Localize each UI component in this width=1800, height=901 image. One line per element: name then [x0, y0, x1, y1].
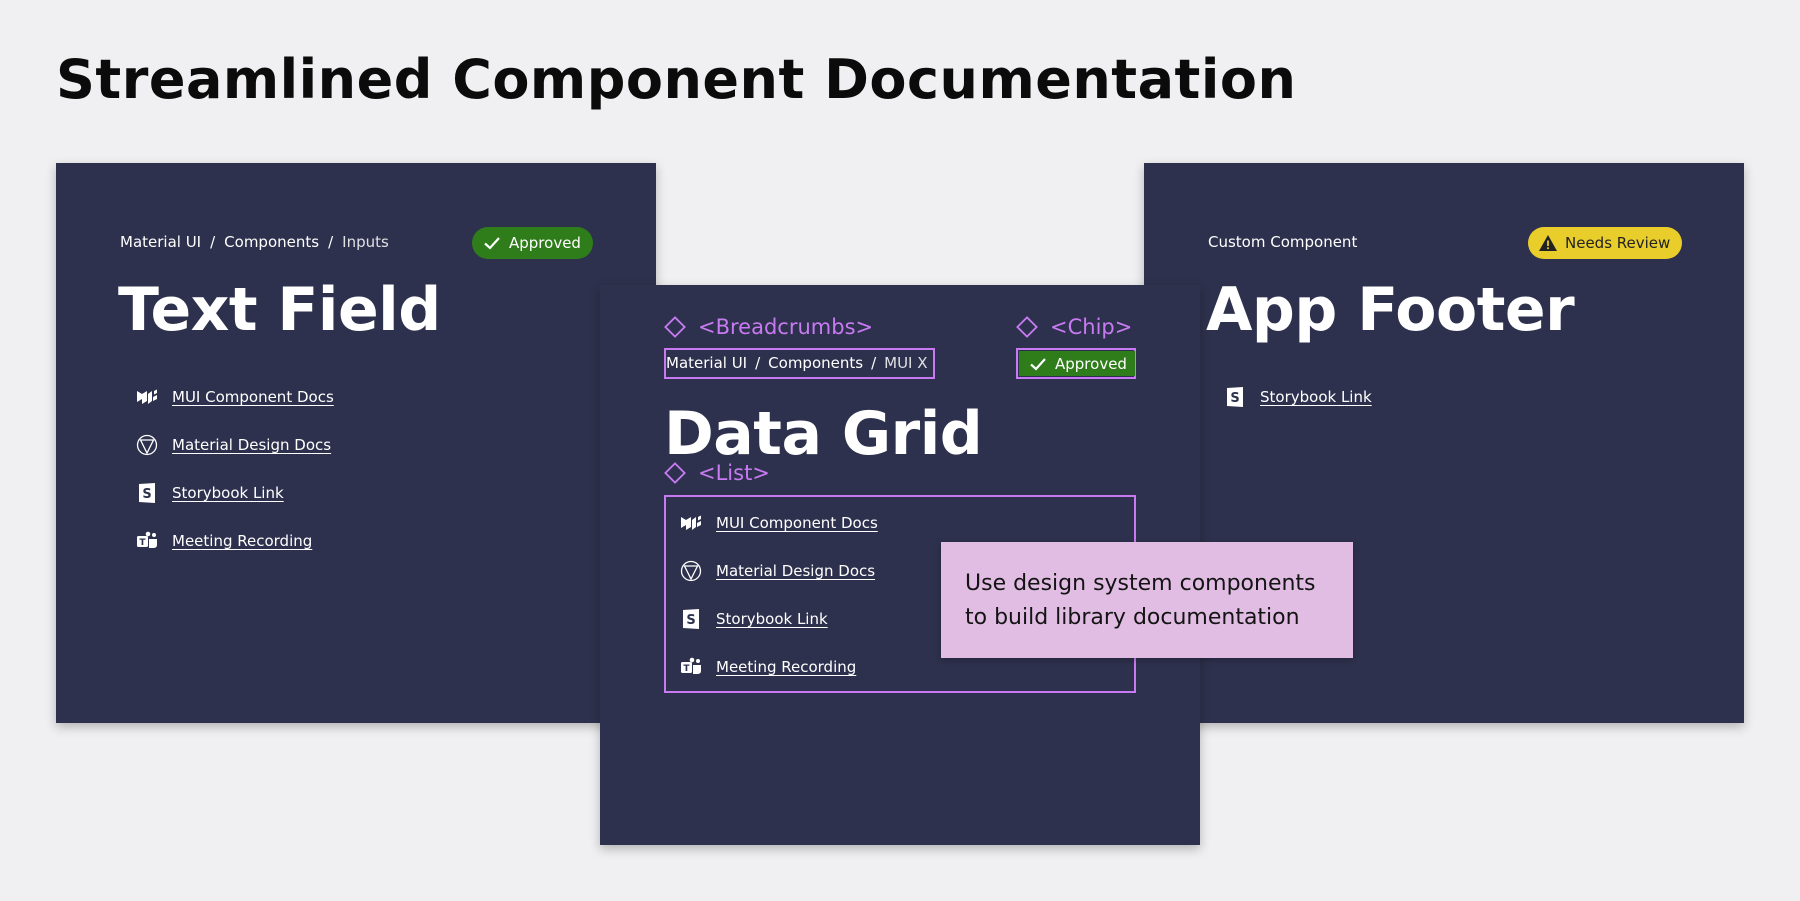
breadcrumb-separator: / [755, 354, 761, 372]
component-title: Data Grid [664, 399, 983, 469]
storybook-link[interactable]: Storybook Link [1260, 388, 1372, 406]
annotation-label: <Breadcrumbs> [698, 315, 874, 339]
breadcrumb-current: Custom Component [1208, 233, 1358, 251]
svg-text:S: S [686, 613, 695, 628]
breadcrumb-current: Inputs [342, 233, 389, 251]
breadcrumb-item[interactable]: Components [224, 233, 319, 251]
breadcrumb: Custom Component [1208, 233, 1357, 251]
page-title: Streamlined Component Documentation [56, 48, 1297, 111]
component-title: App Footer [1206, 275, 1575, 345]
component-diamond-icon [664, 462, 686, 484]
doc-links-list: MUI Component Docs Material Design Docs … [136, 373, 334, 565]
storybook-icon: S [1224, 386, 1246, 408]
list-item: MUI Component Docs [136, 373, 334, 421]
sticky-note: Use design system components to build li… [941, 542, 1353, 658]
warning-icon [1537, 232, 1559, 254]
chip-label: Approved [509, 234, 581, 252]
material-design-docs-link[interactable]: Material Design Docs [716, 562, 875, 580]
doc-links-list: MUI Component Docs Material Design Docs … [680, 499, 878, 691]
material-design-icon [136, 434, 158, 456]
needs-review-chip: Needs Review [1528, 227, 1683, 259]
list-item: T Meeting Recording [680, 643, 878, 691]
svg-text:S: S [142, 487, 151, 502]
component-diamond-icon [1016, 316, 1038, 338]
material-design-icon [680, 560, 702, 582]
doc-links-list: S Storybook Link [1224, 373, 1372, 421]
breadcrumb-separator: / [210, 233, 216, 251]
approved-chip: Approved [472, 227, 593, 259]
teams-icon: T [680, 656, 702, 678]
check-icon [1027, 353, 1049, 375]
list-item: T Meeting Recording [136, 517, 334, 565]
check-icon [481, 232, 503, 254]
svg-text:T: T [683, 664, 690, 674]
list-item: S Storybook Link [1224, 373, 1372, 421]
meeting-recording-link[interactable]: Meeting Recording [172, 532, 312, 550]
list-item: S Storybook Link [136, 469, 334, 517]
list-item: Material Design Docs [680, 547, 878, 595]
meeting-recording-link[interactable]: Meeting Recording [716, 658, 856, 676]
mui-component-docs-link[interactable]: MUI Component Docs [172, 388, 334, 406]
storybook-icon: S [680, 608, 702, 630]
breadcrumb-current: MUI X [884, 354, 928, 372]
note-text: Use design system components to build li… [965, 571, 1316, 630]
component-diamond-icon [664, 316, 686, 338]
mui-icon [136, 386, 158, 408]
breadcrumb-item[interactable]: Material UI [666, 354, 747, 372]
breadcrumb-item[interactable]: Components [768, 354, 863, 372]
text-field-card: Material UI / Components / Inputs Approv… [56, 163, 656, 723]
mui-component-docs-link[interactable]: MUI Component Docs [716, 514, 878, 532]
material-design-docs-link[interactable]: Material Design Docs [172, 436, 331, 454]
svg-text:S: S [1230, 391, 1239, 406]
teams-icon: T [136, 530, 158, 552]
storybook-link[interactable]: Storybook Link [172, 484, 284, 502]
breadcrumb-separator: / [871, 354, 877, 372]
mui-icon [680, 512, 702, 534]
storybook-link[interactable]: Storybook Link [716, 610, 828, 628]
breadcrumb: Material UI / Components / Inputs [120, 233, 389, 251]
component-title: Text Field [118, 275, 441, 345]
annotation-label: <Chip> [1050, 315, 1133, 339]
breadcrumb-separator: / [328, 233, 334, 251]
chip-annotation: <Chip> [1016, 315, 1132, 339]
chip-label: Approved [1055, 354, 1127, 373]
list-item: MUI Component Docs [680, 499, 878, 547]
list-item: S Storybook Link [680, 595, 878, 643]
breadcrumbs-annotation: <Breadcrumbs> [664, 315, 873, 339]
breadcrumb-item[interactable]: Material UI [120, 233, 201, 251]
list-item: Material Design Docs [136, 421, 334, 469]
list-annotation: <List> [664, 461, 770, 485]
breadcrumb: Material UI / Components / MUI X [666, 354, 928, 372]
chip-label: Needs Review [1565, 234, 1671, 252]
annotation-label: <List> [698, 461, 770, 485]
storybook-icon: S [136, 482, 158, 504]
approved-chip: Approved [1019, 351, 1135, 376]
svg-text:T: T [139, 538, 146, 548]
